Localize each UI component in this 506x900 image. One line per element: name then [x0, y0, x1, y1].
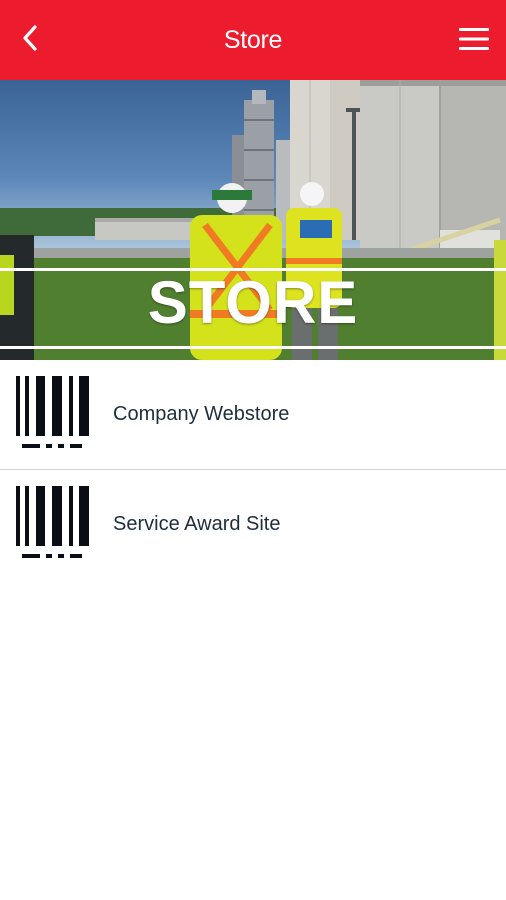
banner-title: STORE: [147, 269, 359, 336]
page-title: Store: [223, 25, 283, 54]
list-item-service-award-site[interactable]: Service Award Site: [0, 470, 506, 579]
list-item-company-webstore[interactable]: Company Webstore: [0, 360, 506, 469]
banner-bottom-rule: [0, 346, 506, 349]
app-header: Store: [0, 0, 506, 80]
menu-button[interactable]: [454, 22, 494, 60]
list-item-label: Company Webstore: [113, 403, 290, 425]
store-banner: STORE: [0, 80, 506, 360]
list-item-label: Service Award Site: [113, 513, 281, 535]
barcode-icon: [14, 484, 94, 564]
barcode-icon: [14, 374, 94, 454]
hamburger-menu-icon: [459, 27, 489, 55]
store-links-list: Company Webstore Service Award Site: [0, 360, 506, 579]
back-button[interactable]: [10, 20, 50, 60]
chevron-left-icon: [20, 24, 40, 57]
